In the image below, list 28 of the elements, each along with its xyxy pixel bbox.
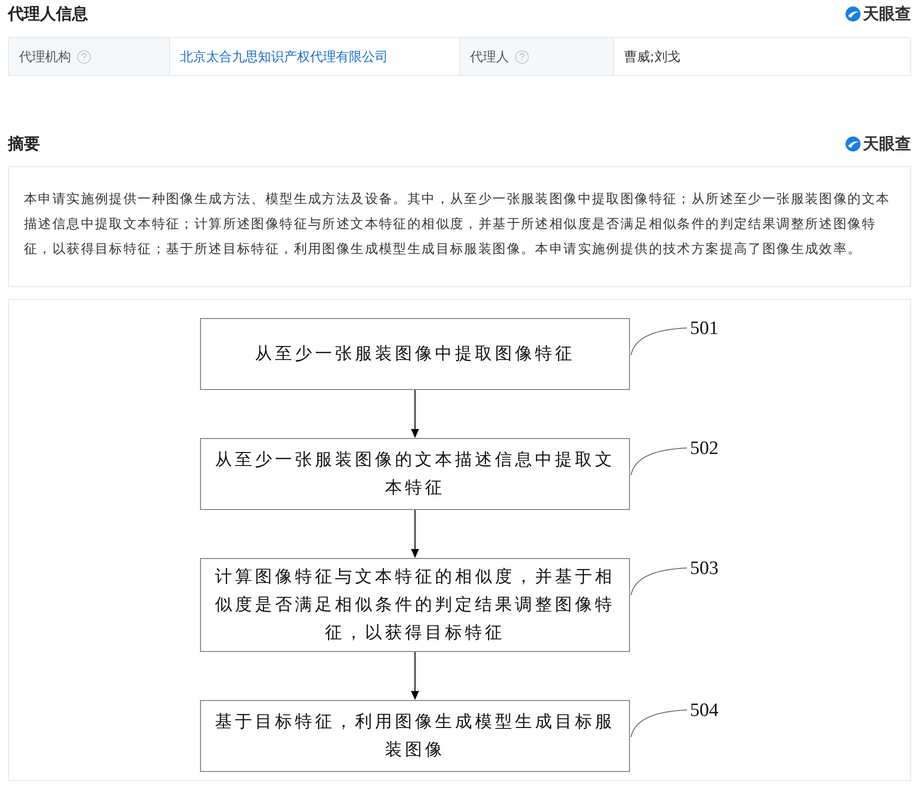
flow-arrow	[410, 652, 420, 700]
step-number: 501	[690, 318, 718, 340]
section-title: 代理人信息	[8, 4, 88, 24]
leader-line	[630, 446, 688, 476]
logo-icon	[845, 136, 861, 152]
help-icon	[515, 50, 529, 64]
step-number: 504	[690, 700, 718, 722]
help-icon	[77, 50, 91, 64]
flow-arrow	[410, 510, 420, 558]
step-number: 502	[690, 438, 718, 460]
flow-arrow	[410, 390, 420, 438]
abstract-text: 本申请实施例提供一种图像生成方法、模型生成方法及设备。其中，从至少一张服装图像中提取图像特征；从所述至少一张服装图像的文本描述信息中提取文本特征；计算所述图像特征与所述文本特征的相似度，并基于所述相似度是否满足相似条件的判定结果调整所述图像特征，以获得目标特征；基于所述目标特征，利用图像生成模型生成目标服装图像。本申请实施例提供的技术方案提高了图像生成效率。	[24, 191, 892, 259]
field-value: 曹威;刘戈	[624, 48, 680, 66]
step-box: 从至少一张服装图像的文本描述信息中提取文本特征	[200, 438, 630, 510]
logo-text: 天眼查	[863, 4, 911, 24]
field-label: 代理机构	[19, 48, 71, 66]
step-box: 基于目标特征，利用图像生成模型生成目标服装图像	[200, 700, 630, 772]
step-box: 计算图像特征与文本特征的相似度，并基于相似度是否满足相似条件的判定结果调整图像特征，以获得目标特征	[200, 558, 630, 652]
leader-line	[630, 708, 688, 738]
logo-text: 天眼查	[863, 134, 911, 154]
logo-icon	[845, 6, 861, 22]
field-label: 代理人	[470, 48, 509, 66]
leader-line	[630, 566, 688, 596]
step-number: 503	[690, 558, 718, 580]
step-box: 从至少一张服装图像中提取图像特征	[200, 318, 630, 390]
section-title: 摘要	[8, 134, 40, 154]
field-link[interactable]: 北京太合九思知识产权代理有限公司	[180, 48, 388, 66]
leader-line	[630, 326, 688, 356]
